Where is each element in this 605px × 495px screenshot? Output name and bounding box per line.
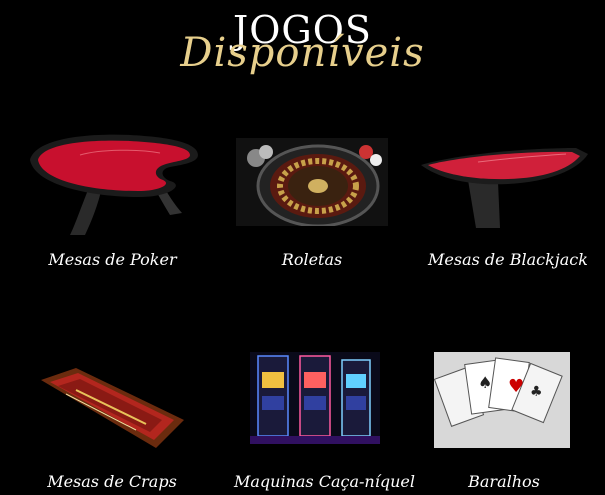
game-label: Roletas (281, 250, 343, 269)
game-card-blackjack[interactable]: Mesas de Blackjack (418, 140, 598, 270)
game-card-craps[interactable]: Mesas de Craps (36, 360, 188, 491)
poker-table-image (30, 134, 198, 235)
svg-text:♠: ♠ (478, 373, 492, 392)
game-card-cards[interactable]: ♥ ♠ ♣ Baralhos (434, 352, 574, 491)
craps-table-image (41, 368, 184, 448)
game-card-roulette[interactable]: Roletas (236, 138, 388, 269)
game-label: Maquinas Caça-níquel (234, 472, 415, 491)
page-title: JOGOS Disponíveis (0, 0, 605, 80)
game-label: Baralhos (468, 472, 540, 491)
game-card-slots[interactable]: Maquinas Caça-níquel (234, 352, 416, 491)
blackjack-table-image (421, 148, 588, 228)
playing-cards-image: ♥ ♠ ♣ (434, 352, 570, 448)
svg-text:♥: ♥ (508, 376, 524, 397)
game-label: Mesas de Blackjack (428, 250, 588, 269)
svg-text:♣: ♣ (530, 384, 543, 400)
game-label: Mesas de Craps (47, 472, 177, 491)
roulette-wheel-image (236, 138, 388, 226)
game-label: Mesas de Poker (48, 250, 177, 269)
slot-machines-image (250, 352, 380, 444)
game-card-poker[interactable]: Mesas de Poker (20, 125, 205, 269)
title-script: Disponíveis (180, 30, 425, 76)
